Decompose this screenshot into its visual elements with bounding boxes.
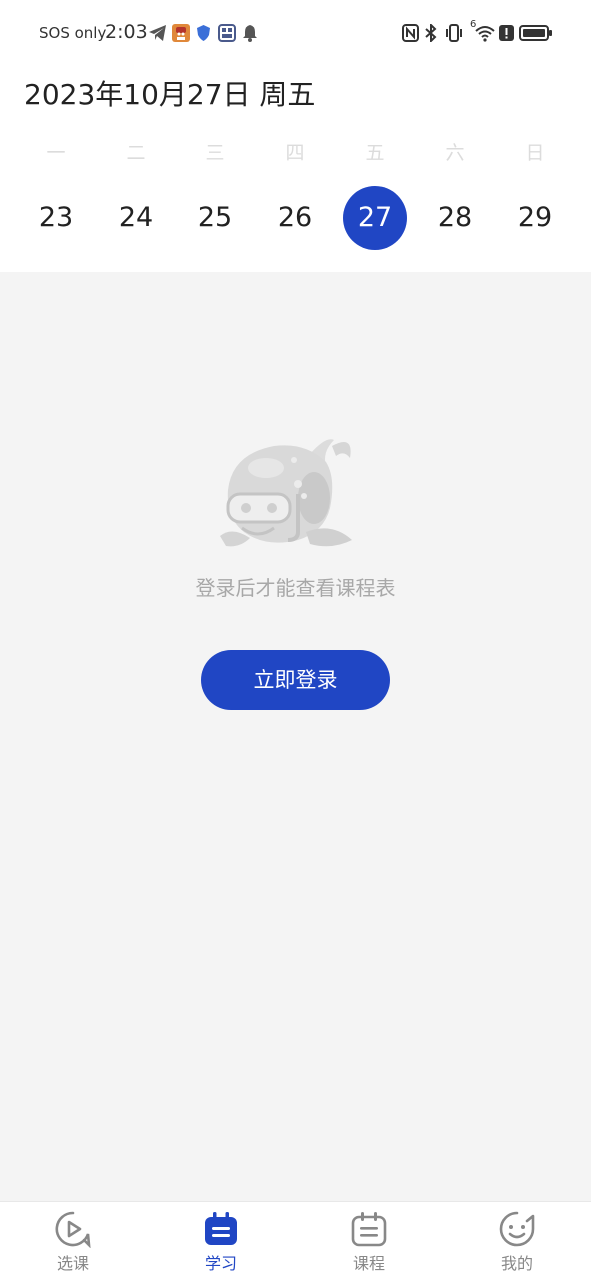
vibrate-icon xyxy=(446,24,462,42)
calendar-day[interactable]: 28 xyxy=(423,186,487,250)
tab-label: 选课 xyxy=(56,1254,89,1273)
weekday-label: 三 xyxy=(205,142,225,164)
bell-icon xyxy=(243,25,257,42)
tab-profile[interactable]: 我的 xyxy=(457,1210,577,1276)
smiley-icon xyxy=(499,1211,535,1247)
calendar-icon xyxy=(205,1212,237,1245)
calendar-day[interactable]: 26 xyxy=(263,186,327,250)
calendar-day[interactable]: 23 xyxy=(24,186,88,250)
tab-course-selection[interactable]: 选课 xyxy=(13,1210,133,1276)
bluetooth-icon xyxy=(425,24,437,42)
play-bubble-icon xyxy=(55,1211,91,1248)
status-bar: SOS only 2:03 6 xyxy=(0,0,591,66)
app-notification-icon xyxy=(172,24,190,42)
login-button[interactable]: 立即登录 xyxy=(201,650,390,710)
calendar-day[interactable]: 25 xyxy=(183,186,247,250)
weekday-label: 五 xyxy=(365,142,385,164)
weekday-label: 四 xyxy=(285,142,305,164)
calendar-day[interactable]: 29 xyxy=(503,186,567,250)
bottom-tab-bar: 选课 学习 课程 我的 xyxy=(0,1201,591,1281)
diver-mascot-illustration xyxy=(220,439,352,547)
calendar-day[interactable]: 24 xyxy=(104,186,168,250)
tab-study[interactable]: 学习 xyxy=(161,1210,281,1276)
schedule-icon xyxy=(351,1212,387,1247)
alert-icon xyxy=(499,25,514,41)
weekday-label: 日 xyxy=(525,142,545,164)
weekday-label: 一 xyxy=(46,142,66,164)
date-title: 2023年10月27日 周五 xyxy=(24,78,316,111)
telegram-icon xyxy=(149,25,166,41)
clock: 2:03 xyxy=(105,21,148,43)
weekday-label: 二 xyxy=(126,142,146,164)
nfc-icon xyxy=(402,24,419,42)
battery-icon xyxy=(519,25,552,41)
weekday-label: 六 xyxy=(445,142,465,164)
tab-courses[interactable]: 课程 xyxy=(309,1210,429,1276)
photo-app-icon xyxy=(218,24,236,42)
header-panel: SOS only 2:03 6 2023年10月27日 周五 一 二 三 四 五… xyxy=(0,0,591,272)
login-required-message: 登录后才能查看课程表 xyxy=(195,576,396,600)
tab-label: 我的 xyxy=(500,1254,533,1273)
shield-icon xyxy=(197,25,210,41)
calendar-day-selected[interactable]: 27 xyxy=(343,186,407,250)
carrier-label: SOS only xyxy=(39,24,107,42)
tab-label: 学习 xyxy=(204,1254,237,1273)
tab-label: 课程 xyxy=(352,1254,385,1273)
wifi-icon xyxy=(475,26,495,42)
